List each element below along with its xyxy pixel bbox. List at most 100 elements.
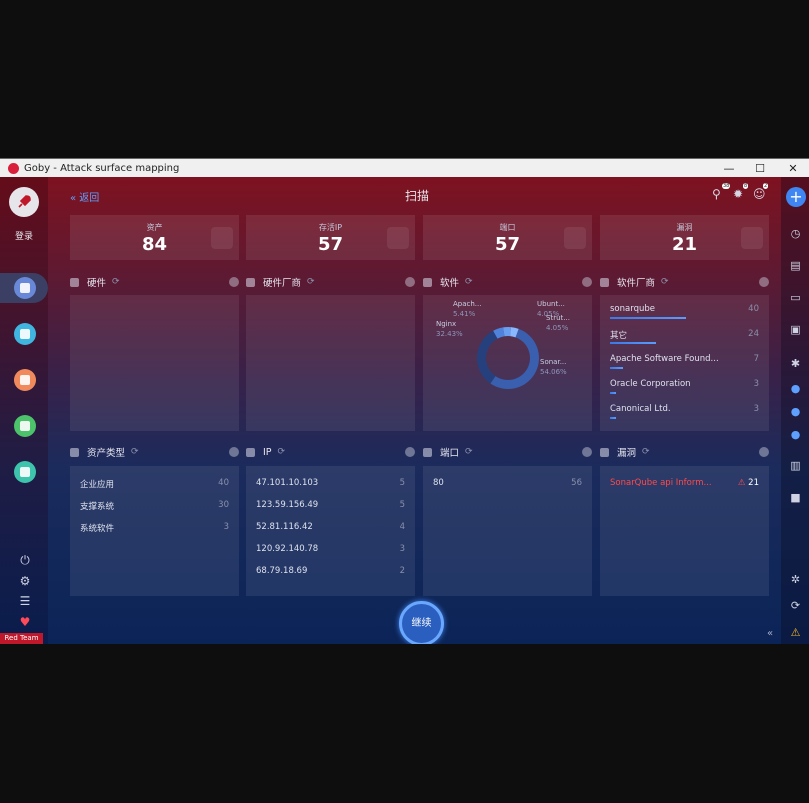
extension-icon[interactable]: ■	[789, 491, 802, 504]
plugin-c-icon[interactable]: ●	[789, 428, 802, 441]
list-item[interactable]: 企业应用 40	[80, 478, 229, 490]
item-name: 123.59.156.49	[256, 500, 319, 510]
info-icon[interactable]	[405, 277, 415, 287]
power-icon[interactable]: ⏻	[17, 553, 33, 568]
refresh-icon[interactable]: ⟳	[642, 447, 650, 457]
back-label: 返回	[79, 193, 100, 204]
software-vendor-header: 软件厂商 ⟳	[600, 275, 769, 289]
bar-chart-icon[interactable]: ▥	[789, 459, 802, 472]
nav-plugin-icon[interactable]	[14, 461, 36, 483]
info-icon[interactable]	[229, 277, 239, 287]
list-item[interactable]: sonarqube 40	[610, 304, 759, 314]
software-donut-chart[interactable]: Apach... 5.41% Nginx 32.43% Ubunt... 4.05% Str…	[423, 295, 592, 431]
refresh-icon[interactable]: ⟳	[112, 277, 120, 287]
list-item[interactable]: 系统软件 3	[80, 522, 229, 534]
red-team-label: Red Team	[0, 633, 43, 644]
info-icon[interactable]	[759, 447, 769, 457]
refresh-icon[interactable]: ⟳	[307, 277, 315, 287]
refresh-icon[interactable]: ⟳	[661, 277, 669, 287]
list-item[interactable]: 80 56	[433, 478, 582, 488]
vuln-header: 漏洞 ⟳	[600, 445, 769, 459]
settings-gear-icon[interactable]: ⚙	[17, 574, 33, 588]
history-icon[interactable]: ◷	[789, 227, 802, 240]
vendor-bar	[610, 417, 616, 419]
slice-label: Ubunt...	[537, 300, 565, 308]
vendor-bar	[610, 392, 616, 394]
login-label[interactable]: 登录	[0, 229, 48, 242]
bug-icon	[600, 447, 609, 457]
collapse-icon[interactable]: «	[767, 628, 773, 639]
refresh-icon[interactable]: ⟳	[131, 447, 139, 457]
info-icon[interactable]	[229, 447, 239, 457]
list-item[interactable]: Oracle Corporation 3	[610, 379, 759, 389]
nav-scan-icon[interactable]	[14, 277, 36, 299]
nav-vuln-icon[interactable]	[14, 369, 36, 391]
asset-type-header: 资产类型 ⟳	[70, 445, 239, 459]
item-name: sonarqube	[610, 304, 655, 314]
refresh-icon[interactable]: ⟳	[465, 277, 473, 287]
list-item[interactable]: Canonical Ltd. 3	[610, 404, 759, 414]
monitor-icon[interactable]: ▭	[789, 291, 802, 304]
bug-count-icon[interactable]: ✹ 8	[733, 183, 749, 203]
list-item[interactable]: 支撑系统 30	[80, 500, 229, 512]
refresh-icon[interactable]: ⟳	[278, 447, 286, 457]
document-icon[interactable]: ▤	[789, 259, 802, 272]
donut-slice[interactable]	[477, 330, 498, 384]
left-sidebar: 登录 ⏻ ⚙ ☰ ♥ Red Team	[0, 177, 48, 644]
list-item[interactable]: 52.81.116.42 4	[256, 522, 405, 532]
info-icon[interactable]	[582, 447, 592, 457]
item-count: 4	[399, 522, 405, 532]
ip-icon[interactable]: ▣	[789, 323, 802, 336]
list-item[interactable]: 68.79.18.69 2	[256, 566, 405, 576]
slice-label: Sonar...	[540, 358, 566, 366]
vuln-panel: SonarQube api Inform... ⚠ 21	[600, 466, 769, 596]
back-button[interactable]: « 返回	[70, 189, 99, 204]
debug-icon[interactable]: ✲	[789, 573, 802, 586]
list-item[interactable]: SonarQube api Inform... ⚠ 21	[610, 478, 759, 488]
info-icon[interactable]	[759, 277, 769, 287]
info-icon[interactable]	[582, 277, 592, 287]
asset-type-panel: 企业应用 40 支撑系统 30 系统软件 3	[70, 466, 239, 596]
refresh-icon[interactable]: ⟳	[465, 447, 473, 457]
warning-icon[interactable]: ⚠	[789, 626, 802, 639]
avatar[interactable]	[9, 187, 39, 217]
plugin-a-icon[interactable]: ●	[789, 382, 802, 395]
panel-title: 软件厂商	[617, 278, 656, 289]
info-icon[interactable]	[405, 447, 415, 457]
list-item[interactable]: 123.59.156.49 5	[256, 500, 405, 510]
panel-title: IP	[263, 446, 272, 458]
stat-live-ip[interactable]: 存活IP 57	[246, 215, 415, 260]
hardware-vendor-panel	[246, 295, 415, 431]
stat-assets[interactable]: 资产 84	[70, 215, 239, 260]
panel-title: 资产类型	[87, 448, 126, 459]
refresh-icon[interactable]: ⟳	[789, 599, 802, 612]
chip-icon	[70, 277, 79, 287]
item-name: 47.101.10.103	[256, 478, 319, 488]
ip-bg-icon	[387, 227, 409, 249]
filter-icon[interactable]: ⚲ 38	[712, 183, 731, 203]
bug-icon[interactable]: ✱	[789, 357, 802, 370]
item-count: 3	[753, 404, 759, 414]
nav-assets-icon[interactable]	[14, 323, 36, 345]
user-icon[interactable]: ☺ 2	[753, 183, 769, 203]
list-item[interactable]: 120.92.140.78 3	[256, 544, 405, 554]
red-team-badge-icon: ♥	[19, 615, 31, 629]
menu-icon[interactable]: ☰	[17, 594, 33, 608]
port-bg-icon	[564, 227, 586, 249]
item-name: 系统软件	[80, 524, 115, 534]
stat-vulns[interactable]: 漏洞 21	[600, 215, 769, 260]
item-count: 5	[399, 500, 405, 510]
plugin-b-icon[interactable]: ●	[789, 405, 802, 418]
add-icon[interactable]: +	[786, 187, 806, 207]
panel-title: 漏洞	[617, 448, 637, 459]
stat-ports[interactable]: 端口 57	[423, 215, 592, 260]
user-badge: 2	[763, 183, 769, 189]
nav-report-icon[interactable]	[14, 415, 36, 437]
list-item[interactable]: Apache Software Found... 7	[610, 354, 759, 364]
list-item[interactable]: 其它 24	[610, 329, 759, 341]
maximize-button[interactable]: ☐	[745, 159, 775, 178]
list-item[interactable]: 47.101.10.103 5	[256, 478, 405, 488]
continue-button[interactable]: 继续	[399, 601, 444, 644]
minimize-button[interactable]: —	[714, 159, 744, 178]
close-button[interactable]: ✕	[778, 159, 808, 178]
